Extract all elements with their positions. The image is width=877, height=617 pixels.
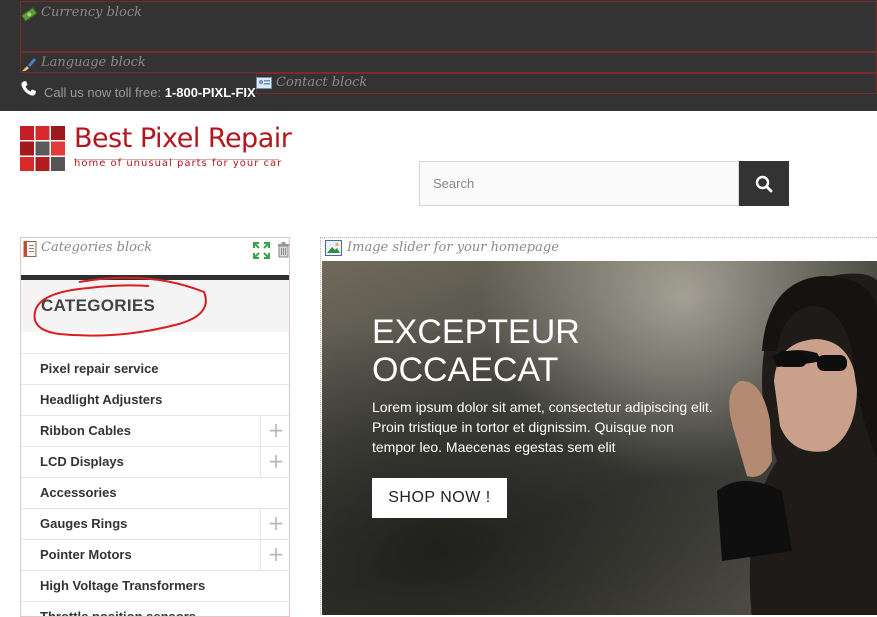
slider-block-label: Image slider for your homepage: [347, 240, 559, 255]
language-block-outline: [20, 52, 877, 73]
brush-icon: [21, 56, 37, 72]
logo-tagline: home of unusual parts for your car: [74, 158, 283, 169]
category-label: Accessories: [40, 485, 117, 500]
category-item[interactable]: Pointer Motors +: [21, 539, 289, 570]
category-item[interactable]: LCD Displays +: [21, 446, 289, 477]
category-item[interactable]: Headlight Adjusters: [21, 384, 289, 415]
category-item[interactable]: High Voltage Transformers: [21, 570, 289, 601]
currency-block-label: Currency block: [41, 5, 143, 20]
expand-plus-icon[interactable]: +: [260, 447, 289, 477]
contact-block-label: Contact block: [276, 75, 368, 90]
category-label: Pointer Motors: [40, 547, 132, 562]
category-item[interactable]: Pixel repair service: [21, 353, 289, 384]
image-icon: [325, 240, 342, 256]
expand-icon[interactable]: [253, 242, 270, 259]
search-button[interactable]: [739, 161, 789, 206]
category-label: LCD Displays: [40, 454, 124, 469]
category-label: Gauges Rings: [40, 516, 128, 531]
category-label: Ribbon Cables: [40, 423, 132, 438]
search-bar: [419, 161, 789, 206]
toll-free-line: Call us now toll free: 1-800-PIXL-FIX: [44, 85, 256, 100]
phone-icon: [20, 80, 37, 97]
expand-plus-icon[interactable]: +: [260, 540, 289, 570]
image-slider-block: Image slider for your homepage EXCEPTEUR…: [320, 237, 877, 615]
shop-now-button[interactable]: SHOP NOW !: [372, 478, 507, 518]
currency-block-outline: [20, 1, 877, 52]
slide-title: EXCEPTEUR OCCAECAT: [372, 313, 580, 389]
category-item[interactable]: Ribbon Cables +: [21, 415, 289, 446]
phone-number[interactable]: 1-800-PIXL-FIX: [165, 85, 256, 100]
slide-image[interactable]: EXCEPTEUR OCCAECAT Lorem ipsum dolor sit…: [322, 261, 877, 615]
category-label: Headlight Adjusters: [40, 392, 163, 407]
money-icon: [20, 6, 38, 22]
category-item[interactable]: Accessories: [21, 477, 289, 508]
categories-block-label: Categories block: [41, 240, 153, 255]
language-block-label: Language block: [41, 55, 146, 70]
slide-text: Lorem ipsum dolor sit amet, consectetur …: [372, 399, 713, 455]
categories-block: Categories block CATEGORIES Pixel repair…: [20, 237, 290, 617]
logo-title: Best Pixel Repair: [74, 123, 292, 154]
category-label: High Voltage Transformers: [40, 578, 206, 593]
call-text: Call us now toll free:: [44, 85, 162, 100]
document-icon: [23, 241, 37, 257]
red-circle-annotation: [29, 274, 211, 342]
search-icon: [739, 175, 789, 193]
category-label: Pixel repair service: [40, 361, 159, 376]
search-input[interactable]: [419, 161, 739, 206]
expand-plus-icon[interactable]: +: [260, 509, 289, 539]
category-label: Throttle position sensors: [40, 609, 197, 617]
expand-plus-icon[interactable]: +: [260, 416, 289, 446]
top-bar: Currency block Language block Contact bl…: [0, 0, 877, 111]
contact-card-icon: [256, 76, 272, 90]
trash-icon[interactable]: [277, 241, 289, 258]
categories-list: Pixel repair service Headlight Adjusters…: [21, 353, 289, 617]
pixel-grid-logo-icon: [20, 126, 65, 171]
category-item[interactable]: Gauges Rings +: [21, 508, 289, 539]
